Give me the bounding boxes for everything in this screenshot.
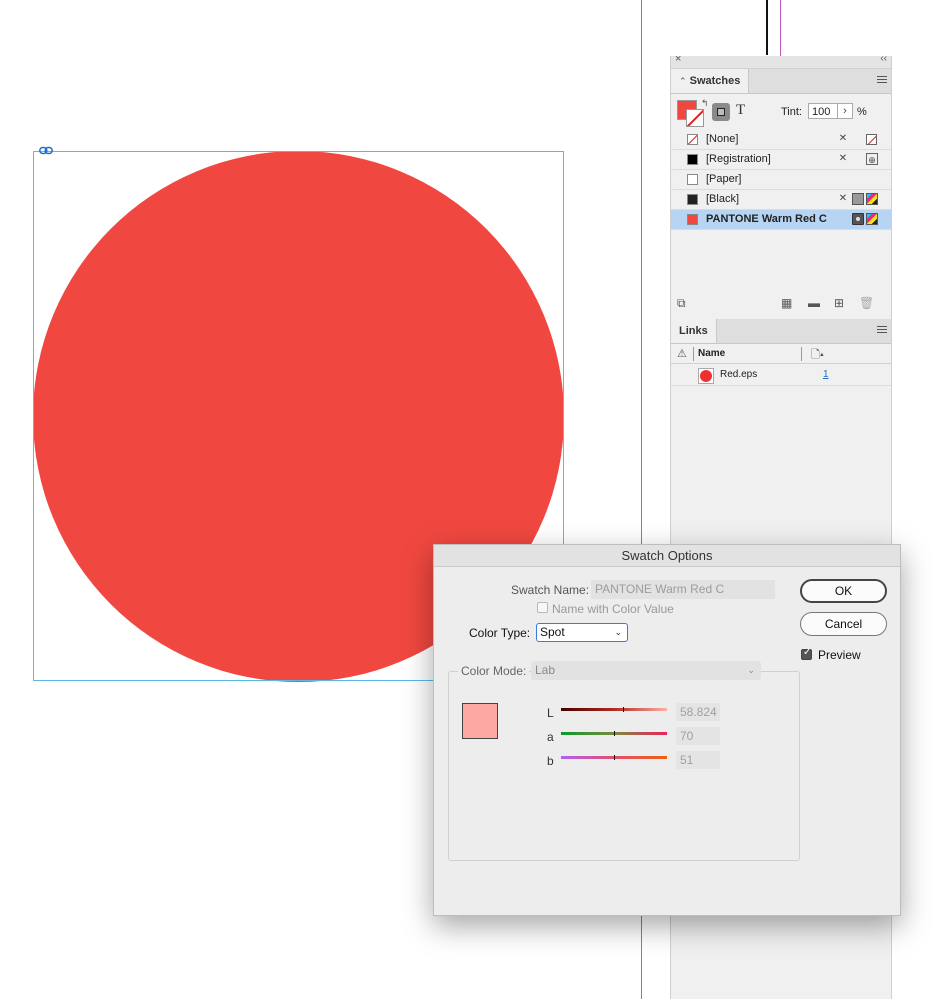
swatch-name-label: Swatch Name: xyxy=(511,583,590,597)
b-slider-thumb[interactable] xyxy=(614,755,615,760)
ok-button[interactable]: OK xyxy=(800,579,887,603)
color-preview-swatch xyxy=(462,703,498,739)
links-column-header: ⚠ Name 🗋▴ xyxy=(671,345,891,364)
preview-checkbox[interactable] xyxy=(801,647,812,660)
color-type-value: Spot xyxy=(540,625,565,639)
swatch-options-dialog: Swatch Options Swatch Name: PANTONE Warm… xyxy=(433,544,901,916)
not-editable-icon: ✕ xyxy=(838,133,848,144)
not-editable-icon: ✕ xyxy=(838,153,848,164)
link-chain-icon[interactable] xyxy=(39,146,53,155)
a-value-field[interactable]: 70 xyxy=(676,727,720,745)
warning-icon[interactable]: ⚠ xyxy=(677,347,687,360)
none-type-icon xyxy=(866,134,877,145)
close-dock-icon[interactable]: × xyxy=(675,53,681,65)
swatches-tabbar: ⌃ Swatches xyxy=(671,69,891,94)
cmyk-mode-icon xyxy=(866,193,878,205)
swatch-name: [Black] xyxy=(706,193,740,205)
swatch-row-none[interactable]: [None] ✕ xyxy=(671,130,891,150)
chevron-down-icon: ⌄ xyxy=(614,627,622,637)
slider-label-b: b xyxy=(547,754,554,768)
swatch-chip-black xyxy=(687,194,698,205)
swatch-name: PANTONE Warm Red C xyxy=(706,213,827,225)
swatch-row-black[interactable]: [Black] ✕ xyxy=(671,190,891,210)
tab-links[interactable]: Links xyxy=(671,319,717,343)
dock-titlebar: × ‹‹ xyxy=(671,53,891,69)
swatch-name: [Paper] xyxy=(706,173,742,185)
tab-swatches[interactable]: ⌃ Swatches xyxy=(671,69,750,93)
new-swatch-icon[interactable]: ⊞ xyxy=(834,296,844,310)
color-mode-label: Color Mode: xyxy=(458,664,530,678)
swatch-name: [Registration] xyxy=(706,153,771,165)
link-name: Red.eps xyxy=(720,369,758,380)
column-name-header[interactable]: Name xyxy=(698,348,725,359)
swatch-name-field[interactable]: PANTONE Warm Red C xyxy=(591,580,775,599)
process-type-icon xyxy=(852,193,864,205)
page-column-icon[interactable]: 🗋▴ xyxy=(811,346,824,365)
cancel-button[interactable]: Cancel xyxy=(800,612,887,636)
tint-unit: % xyxy=(857,106,867,118)
color-mode-value: Lab xyxy=(535,663,556,677)
registration-type-icon: ⊕ xyxy=(866,153,878,165)
cmyk-mode-icon xyxy=(866,213,878,225)
b-slider[interactable] xyxy=(561,755,667,760)
chevron-down-icon: ⌄ xyxy=(747,665,755,675)
preview-label: Preview xyxy=(818,648,861,662)
link-thumbnail xyxy=(698,368,714,384)
link-row[interactable]: Red.eps 1 xyxy=(671,366,891,386)
fill-stroke-proxy[interactable]: ↰ xyxy=(677,98,709,128)
swap-fill-stroke-icon[interactable]: ↰ xyxy=(701,98,709,109)
collapse-dock-icon[interactable]: ‹‹ xyxy=(880,53,887,64)
not-editable-icon: ✕ xyxy=(838,193,848,204)
slider-label-l: L xyxy=(547,706,554,720)
tab-links-label: Links xyxy=(679,325,708,337)
spot-color-icon xyxy=(852,213,864,225)
color-type-select[interactable]: Spot ⌄ xyxy=(536,623,628,642)
column-separator xyxy=(801,347,802,361)
swatch-chip-registration xyxy=(687,154,698,165)
stroke-swatch[interactable] xyxy=(686,109,704,127)
color-group-icon[interactable]: ▦ xyxy=(781,296,792,310)
column-separator xyxy=(693,347,694,361)
page-edge-line xyxy=(766,0,768,55)
links-menu-icon[interactable] xyxy=(877,326,887,335)
a-slider-thumb[interactable] xyxy=(614,731,615,736)
swatches-footer: ⧉ ▦ ▬ ⊞ 🗑 xyxy=(671,296,891,314)
tab-expand-icon: ⌃ xyxy=(679,76,687,86)
swatch-row-paper[interactable]: [Paper] xyxy=(671,170,891,190)
new-folder-icon[interactable]: ▬ xyxy=(808,296,820,310)
link-page-number[interactable]: 1 xyxy=(823,369,829,380)
formatting-text-button[interactable]: T xyxy=(736,102,745,119)
tint-input-value[interactable]: 100 xyxy=(808,103,838,119)
tint-slider-arrow[interactable]: › xyxy=(837,103,853,119)
swatch-row-pantone-warm-red[interactable]: PANTONE Warm Red C xyxy=(671,210,891,230)
dialog-title: Swatch Options xyxy=(434,545,900,567)
formatting-container-button[interactable] xyxy=(712,103,730,121)
tab-swatches-label: Swatches xyxy=(689,75,741,87)
a-slider[interactable] xyxy=(561,731,667,736)
swatches-menu-icon[interactable] xyxy=(877,76,887,85)
swatch-row-registration[interactable]: [Registration] ✕ ⊕ xyxy=(671,150,891,170)
delete-swatch-icon[interactable]: 🗑 xyxy=(859,296,874,310)
color-mode-group xyxy=(448,671,800,861)
color-mode-select[interactable]: Lab ⌄ xyxy=(531,661,761,680)
b-value-field[interactable]: 51 xyxy=(676,751,720,769)
slider-label-a: a xyxy=(547,730,554,744)
color-type-label: Color Type: xyxy=(469,626,531,640)
margin-guide-right xyxy=(780,0,781,56)
swatch-name: [None] xyxy=(706,133,739,145)
name-with-color-checkbox[interactable] xyxy=(537,602,548,613)
swatch-chip-paper xyxy=(687,174,698,185)
l-value-field[interactable]: 58.824 xyxy=(676,703,720,721)
swatch-chip-none xyxy=(687,134,698,145)
swatch-chip-pantone xyxy=(687,214,698,225)
l-slider[interactable] xyxy=(561,707,667,712)
links-tabbar: Links xyxy=(671,319,891,344)
tint-label: Tint: xyxy=(781,106,802,118)
show-swatch-kinds-icon[interactable]: ⧉ xyxy=(677,296,686,311)
name-with-color-label: Name with Color Value xyxy=(552,602,674,616)
l-slider-thumb[interactable] xyxy=(623,707,624,712)
